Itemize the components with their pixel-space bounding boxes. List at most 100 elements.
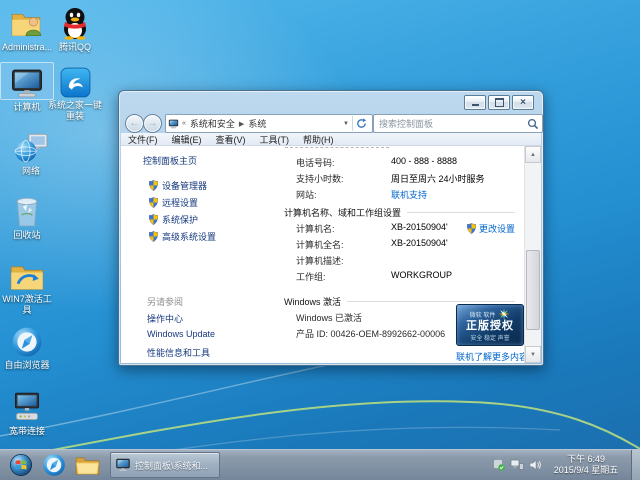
- desktop-icon-label: 计算机: [0, 102, 54, 113]
- maximize-button[interactable]: [488, 95, 510, 110]
- windows-orb-icon: [9, 453, 33, 477]
- section-computer-name: 计算机名称、域和工作组设置: [284, 206, 515, 219]
- desktop-icon-label: Administra...: [0, 42, 54, 53]
- support-hours-value: 周日至周六 24小时服务: [391, 172, 485, 185]
- security-status-tray-icon[interactable]: [493, 459, 505, 471]
- section-header-text: Windows 激活: [284, 295, 341, 308]
- scroll-up-button[interactable]: ▲: [525, 146, 541, 163]
- desktop-icon-win7-activation-tool[interactable]: WIN7激活工具: [0, 256, 54, 316]
- sidebar-item-windows-update[interactable]: Windows Update: [147, 329, 215, 339]
- breadcrumb-overflow-icon[interactable]: «: [182, 120, 186, 127]
- minimize-button[interactable]: [464, 95, 486, 110]
- section-rule: [407, 212, 515, 213]
- desktop-icon-network[interactable]: 网络: [4, 128, 58, 177]
- menu-bar: 文件(F) 编辑(E) 查看(V) 工具(T) 帮助(H): [121, 133, 541, 146]
- breadcrumb-separator-icon[interactable]: ▶: [239, 120, 244, 128]
- row-label: 计算机描述:: [296, 254, 344, 267]
- scroll-down-button[interactable]: ▼: [525, 346, 541, 363]
- start-button[interactable]: [6, 452, 36, 478]
- address-dropdown-icon[interactable]: ▼: [340, 121, 352, 127]
- navigation-bar: ← → « 系统和安全 ▶ 系统 ▼: [119, 113, 543, 133]
- recycle-bin-icon: [13, 194, 41, 228]
- network-icon: [13, 132, 49, 164]
- menu-file[interactable]: 文件(F): [121, 133, 165, 146]
- uac-shield-icon: [149, 231, 158, 242]
- see-also-header: 另请参阅: [147, 295, 183, 308]
- window-caption-buttons: ×: [464, 95, 534, 110]
- scroll-down-icon: ▼: [530, 352, 536, 358]
- back-button[interactable]: ←: [125, 114, 144, 133]
- vertical-scrollbar[interactable]: ▲ ▼: [524, 146, 541, 363]
- volume-tray-icon[interactable]: [529, 459, 541, 471]
- active-task-button[interactable]: 控制面板\系统和...: [110, 452, 220, 478]
- change-settings-label: 更改设置: [479, 222, 515, 235]
- address-bar[interactable]: « 系统和安全 ▶ 系统 ▼: [165, 114, 373, 133]
- close-button[interactable]: ×: [512, 95, 534, 110]
- uac-shield-icon: [467, 223, 476, 234]
- sidebar-item-device-manager[interactable]: 设备管理器: [149, 179, 207, 192]
- taskbar-explorer-button[interactable]: [72, 452, 102, 478]
- desktop-icon-browser[interactable]: 自由浏览器: [0, 322, 54, 371]
- taskbar: 控制面板\系统和... 下午 6:49 2015/9/4 星期五: [0, 449, 640, 480]
- activation-status: Windows 已激活: [296, 311, 362, 324]
- desktop: Administra... 计算机 网络 回收站 WIN7激活工具 自由浏览器 …: [0, 0, 640, 480]
- product-id: 产品 ID: 00426-OEM-8992662-00006: [296, 327, 445, 340]
- browser-compass-icon: [42, 453, 66, 477]
- system-window: × ← → « 系统和安全 ▶ 系统 ▼ 文件(F) 编辑(E) 查看(V): [118, 90, 544, 366]
- sidebar-item-action-center[interactable]: 操作中心: [147, 312, 183, 325]
- section-header-text: 计算机名称、域和工作组设置: [284, 206, 401, 219]
- broadband-connection-icon: [9, 392, 45, 424]
- badge-line3: 安全 稳定 声誉: [470, 333, 509, 342]
- clock-time: 下午 6:49: [550, 454, 622, 465]
- genuine-windows-badge: 微软 软件 正版授权 安全 稳定 声誉: [456, 304, 524, 346]
- desktop-icon-recycle-bin[interactable]: 回收站: [0, 192, 54, 241]
- change-settings-link[interactable]: 更改设置: [467, 222, 515, 235]
- sidebar-item-system-protection[interactable]: 系统保护: [149, 213, 198, 226]
- online-support-link[interactable]: 联机支持: [391, 188, 427, 201]
- breadcrumb-security[interactable]: 系统和安全: [189, 117, 236, 130]
- search-icon[interactable]: [527, 118, 539, 130]
- control-panel-window-icon: [115, 458, 131, 472]
- sidebar-item-performance-tools[interactable]: 性能信息和工具: [147, 346, 210, 359]
- qq-penguin-icon: [60, 6, 90, 40]
- taskbar-clock[interactable]: 下午 6:49 2015/9/4 星期五: [550, 454, 622, 476]
- row-label: 计算机名:: [296, 222, 335, 235]
- breadcrumb-system[interactable]: 系统: [247, 117, 267, 130]
- sidebar: 控制面板主页 设备管理器 远程设置 系统保护 高级系统设置 另请参阅: [121, 146, 279, 363]
- forward-button[interactable]: →: [143, 114, 162, 133]
- scrollbar-thumb[interactable]: [526, 250, 540, 330]
- network-tray-icon[interactable]: [510, 459, 524, 471]
- row-label: 电话号码:: [296, 156, 335, 169]
- section-rule: [347, 301, 515, 302]
- sidebar-item-control-panel-home[interactable]: 控制面板主页: [143, 154, 197, 167]
- taskbar-browser-button[interactable]: [39, 452, 69, 478]
- search-input[interactable]: [377, 118, 527, 130]
- maximize-icon: [495, 98, 504, 107]
- desktop-icon-broadband[interactable]: 宽带连接: [0, 388, 54, 437]
- browser-compass-icon: [11, 326, 43, 358]
- system-home-icon: [60, 67, 91, 98]
- administrator-folder-icon: [10, 8, 44, 40]
- sidebar-item-advanced-system-settings[interactable]: 高级系统设置: [149, 230, 216, 243]
- scroll-up-icon: ▲: [530, 152, 536, 158]
- clock-date: 2015/9/4 星期五: [550, 465, 622, 476]
- desktop-icon-administrator[interactable]: Administra...: [0, 4, 54, 53]
- activation-folder-icon: [9, 262, 45, 292]
- sidebar-item-remote-settings[interactable]: 远程设置: [149, 196, 198, 209]
- desktop-icon-label: 宽带连接: [0, 426, 54, 437]
- workgroup-value: WORKGROUP: [391, 270, 452, 280]
- desktop-icon-system-home-reinstall[interactable]: 系统之家一键重装: [48, 62, 102, 122]
- system-page-icon: [168, 119, 179, 129]
- desktop-icon-qq[interactable]: 腾讯QQ: [48, 4, 102, 53]
- refresh-button[interactable]: [352, 116, 370, 131]
- clipped-section-remnant: [285, 147, 389, 148]
- desktop-icon-label: 自由浏览器: [0, 360, 54, 371]
- uac-shield-icon: [149, 180, 158, 191]
- menu-view[interactable]: 查看(V): [209, 133, 253, 146]
- menu-help[interactable]: 帮助(H): [296, 133, 341, 146]
- show-desktop-button[interactable]: [631, 450, 640, 480]
- menu-edit[interactable]: 编辑(E): [165, 133, 209, 146]
- forward-arrow-icon: →: [148, 118, 158, 129]
- menu-tools[interactable]: 工具(T): [253, 133, 297, 146]
- desktop-icon-computer[interactable]: 计算机: [0, 62, 54, 113]
